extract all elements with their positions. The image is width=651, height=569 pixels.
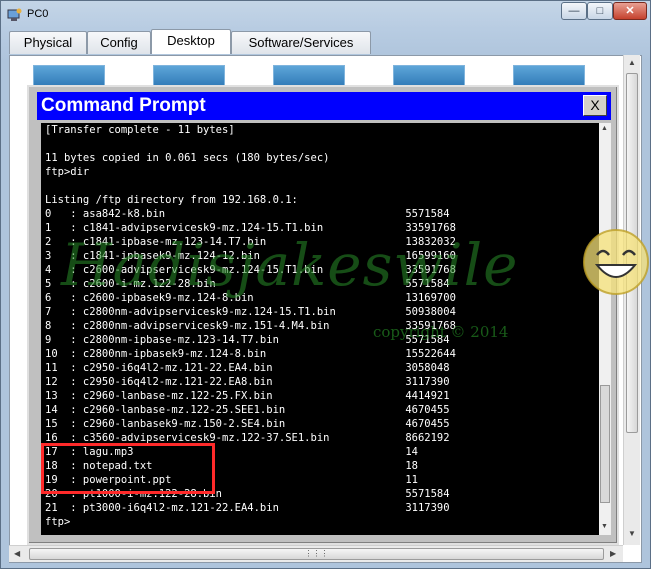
terminal-line: Listing /ftp directory from 192.168.0.1: bbox=[45, 194, 298, 206]
command-prompt-close-button[interactable]: X bbox=[583, 95, 607, 116]
window-title: PC0 bbox=[27, 8, 49, 20]
terminal-line: 7 : c2800nm-advipservicesk9-mz.124-15.T1… bbox=[45, 306, 456, 318]
terminal-scrollbar[interactable]: ▲ ▼ bbox=[599, 123, 611, 535]
tab-desktop[interactable]: Desktop bbox=[151, 29, 231, 54]
tab-software-services[interactable]: Software/Services bbox=[231, 31, 371, 54]
scroll-down-icon[interactable]: ▼ bbox=[601, 523, 608, 530]
terminal-line: 11 bytes copied in 0.061 secs (180 bytes… bbox=[45, 152, 330, 164]
scroll-left-icon[interactable]: ◀ bbox=[14, 549, 20, 558]
terminal-line: 12 : c2950-i6q4l2-mz.121-22.EA8.bin 3117… bbox=[45, 376, 450, 388]
scroll-down-icon[interactable]: ▼ bbox=[628, 529, 636, 538]
scroll-right-icon[interactable]: ▶ bbox=[610, 549, 616, 558]
panel-horizontal-scrollbar[interactable]: ◀ ⋮⋮⋮ ▶ bbox=[9, 545, 623, 562]
app-window: PC0 — □ ✕ Physical Config Desktop Softwa… bbox=[0, 0, 651, 569]
terminal-line: 8 : c2800nm-advipservicesk9-mz.151-4.M4.… bbox=[45, 320, 456, 332]
tab-physical[interactable]: Physical bbox=[9, 31, 87, 54]
terminal-line: 14 : c2960-lanbase-mz.122-25.SEE1.bin 46… bbox=[45, 404, 450, 416]
watermark-text: Hadisjakeswile bbox=[61, 231, 519, 299]
terminal-line: 9 : c2800nm-ipbase-mz.123-14.T7.bin 5571… bbox=[45, 334, 450, 346]
smiley-icon bbox=[583, 229, 649, 295]
panel-vertical-scrollbar[interactable]: ▲ ▼ bbox=[623, 55, 640, 545]
scroll-up-icon[interactable]: ▲ bbox=[601, 125, 608, 132]
highlight-box bbox=[41, 443, 215, 494]
terminal-line: [Transfer complete - 11 bytes] bbox=[45, 124, 235, 136]
terminal-line: 0 : asa842-k8.bin 5571584 bbox=[45, 208, 450, 220]
terminal-line: 21 : pt3000-i6q4l2-mz.121-22.EA4.bin 311… bbox=[45, 502, 450, 514]
close-icon[interactable]: ✕ bbox=[613, 2, 647, 20]
command-prompt-title-bar: Command Prompt X bbox=[37, 92, 611, 120]
command-prompt-title: Command Prompt bbox=[41, 95, 206, 116]
terminal-scroll-thumb[interactable] bbox=[600, 385, 610, 503]
tab-config[interactable]: Config bbox=[87, 31, 151, 54]
app-icon bbox=[7, 8, 22, 21]
terminal-line: ftp> bbox=[45, 516, 71, 528]
terminal-line: 11 : c2950-i6q4l2-mz.121-22.EA4.bin 3058… bbox=[45, 362, 450, 374]
scroll-thumb[interactable]: ⋮⋮⋮ bbox=[29, 548, 604, 560]
scroll-up-icon[interactable]: ▲ bbox=[628, 58, 636, 67]
terminal-line: 13 : c2960-lanbase-mz.122-25.FX.bin 4414… bbox=[45, 390, 450, 402]
terminal-line: 15 : c2960-lanbasek9-mz.150-2.SE4.bin 46… bbox=[45, 418, 450, 430]
terminal-line: 10 : c2800nm-ipbasek9-mz.124-8.bin 15522… bbox=[45, 348, 456, 360]
terminal-line: ftp>dir bbox=[45, 166, 90, 178]
title-bar: PC0 — □ ✕ bbox=[1, 1, 650, 29]
minimize-icon[interactable]: — bbox=[561, 2, 587, 20]
watermark-copyright: copyright © 2014 bbox=[373, 323, 509, 341]
maximize-icon[interactable]: □ bbox=[587, 2, 613, 20]
